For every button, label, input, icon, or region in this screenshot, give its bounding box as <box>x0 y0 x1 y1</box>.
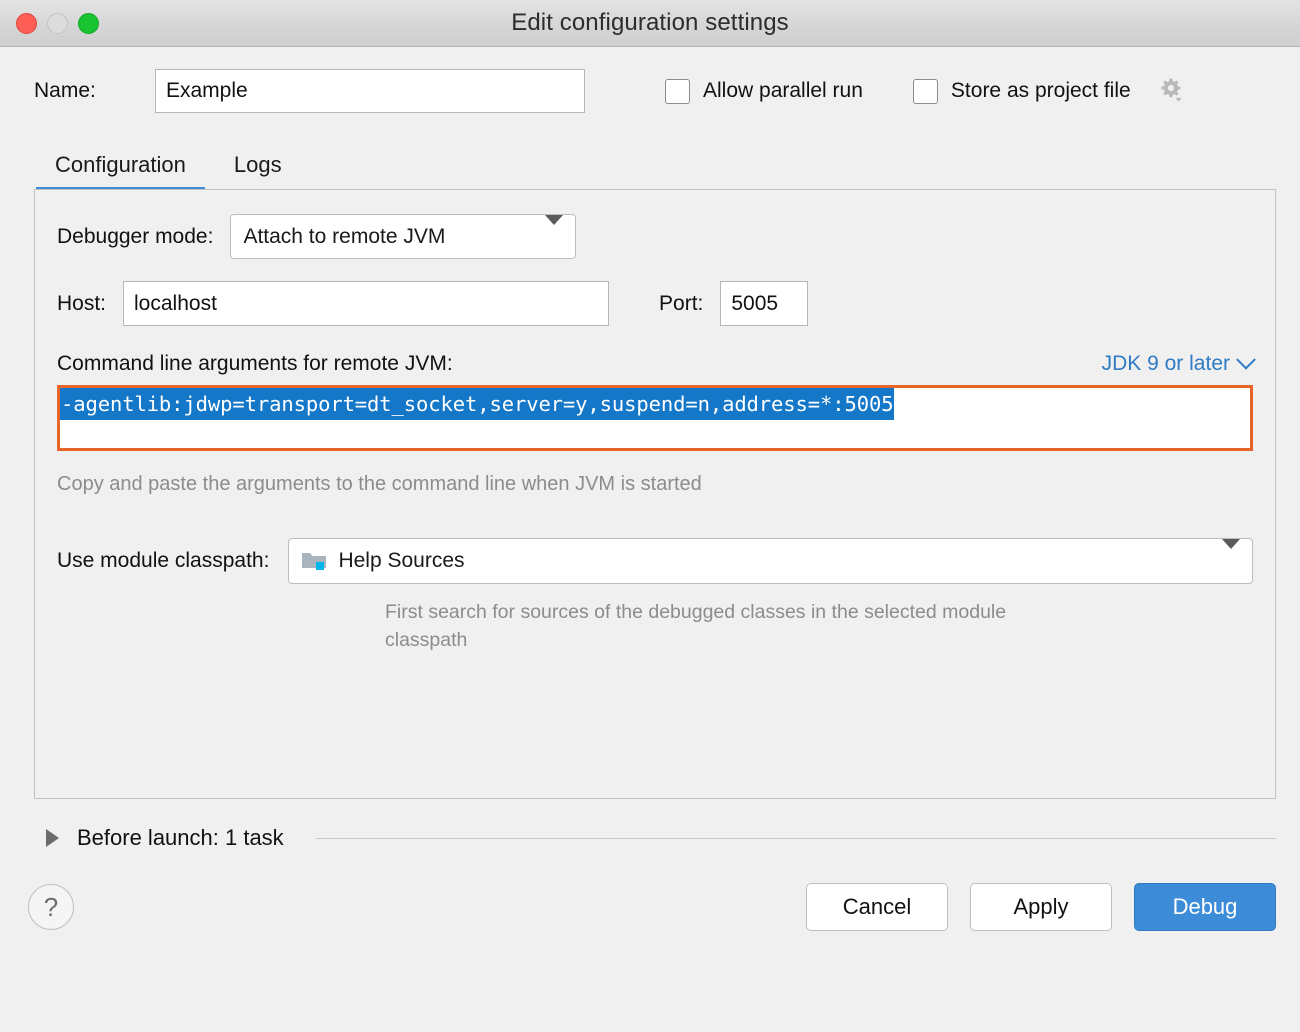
name-input[interactable] <box>155 69 585 113</box>
module-classpath-select[interactable]: Help Sources <box>288 538 1253 584</box>
store-as-project-file-option[interactable]: Store as project file <box>913 76 1186 106</box>
jdk-version-label: JDK 9 or later <box>1102 352 1230 376</box>
zoom-button[interactable] <box>78 13 99 34</box>
name-label: Name: <box>34 79 154 103</box>
window-titlebar: Edit configuration settings <box>0 0 1300 47</box>
module-classpath-hint: First search for sources of the debugged… <box>385 598 1085 654</box>
options-checkbox-group: Allow parallel run Store as project file <box>665 76 1186 106</box>
allow-parallel-run-label: Allow parallel run <box>703 79 863 103</box>
close-button[interactable] <box>16 13 37 34</box>
jdk-version-selector[interactable]: JDK 9 or later <box>1102 352 1253 376</box>
window-title: Edit configuration settings <box>0 9 1300 37</box>
tab-logs[interactable]: Logs <box>215 152 301 189</box>
chevron-down-icon <box>1204 549 1240 573</box>
module-classpath-value: Help Sources <box>338 549 464 573</box>
command-line-label-row: Command line arguments for remote JVM: J… <box>57 352 1253 376</box>
port-label: Port: <box>659 292 703 316</box>
help-button[interactable]: ? <box>28 884 74 930</box>
section-divider <box>316 838 1276 839</box>
debugger-mode-value: Attach to remote JVM <box>243 225 445 249</box>
host-input[interactable] <box>123 281 609 326</box>
store-as-project-file-checkbox[interactable] <box>913 79 938 104</box>
chevron-down-icon <box>1236 350 1256 370</box>
command-line-hint: Copy and paste the arguments to the comm… <box>57 473 1253 496</box>
chevron-down-icon <box>527 225 563 249</box>
before-launch-section[interactable]: Before launch: 1 task <box>46 825 1276 851</box>
module-classpath-label: Use module classpath: <box>57 549 269 573</box>
configuration-panel: Debugger mode: Attach to remote JVM Host… <box>34 189 1276 799</box>
dialog-button-group: Cancel Apply Debug <box>806 883 1276 931</box>
apply-button[interactable]: Apply <box>970 883 1112 931</box>
command-line-label: Command line arguments for remote JVM: <box>57 352 453 376</box>
expand-triangle-icon[interactable] <box>46 829 59 847</box>
command-line-arguments-value: -agentlib:jdwp=transport=dt_socket,serve… <box>60 388 894 420</box>
module-classpath-row: Use module classpath: Help Sources <box>57 538 1253 584</box>
port-input[interactable] <box>720 281 808 326</box>
traffic-light-group <box>16 13 99 34</box>
tab-bar: Configuration Logs <box>0 141 1300 189</box>
minimize-button[interactable] <box>47 13 68 34</box>
name-row: Name: Allow parallel run Store as projec… <box>0 47 1300 113</box>
debugger-mode-label: Debugger mode: <box>57 225 213 249</box>
command-line-arguments-field[interactable]: -agentlib:jdwp=transport=dt_socket,serve… <box>57 385 1253 451</box>
module-folder-icon <box>301 550 327 572</box>
store-as-project-file-label: Store as project file <box>951 79 1131 103</box>
cancel-button[interactable]: Cancel <box>806 883 948 931</box>
gear-dropdown-icon[interactable] <box>1156 76 1186 106</box>
tab-configuration[interactable]: Configuration <box>36 152 205 189</box>
debugger-mode-row: Debugger mode: Attach to remote JVM <box>57 214 1253 259</box>
dialog-footer: ? Cancel Apply Debug <box>0 883 1300 931</box>
host-port-row: Host: Port: <box>57 281 1253 326</box>
before-launch-label: Before launch: 1 task <box>77 825 284 851</box>
debugger-mode-select[interactable]: Attach to remote JVM <box>230 214 576 259</box>
allow-parallel-run-option[interactable]: Allow parallel run <box>665 79 863 104</box>
debug-button[interactable]: Debug <box>1134 883 1276 931</box>
allow-parallel-run-checkbox[interactable] <box>665 79 690 104</box>
host-label: Host: <box>57 292 106 316</box>
